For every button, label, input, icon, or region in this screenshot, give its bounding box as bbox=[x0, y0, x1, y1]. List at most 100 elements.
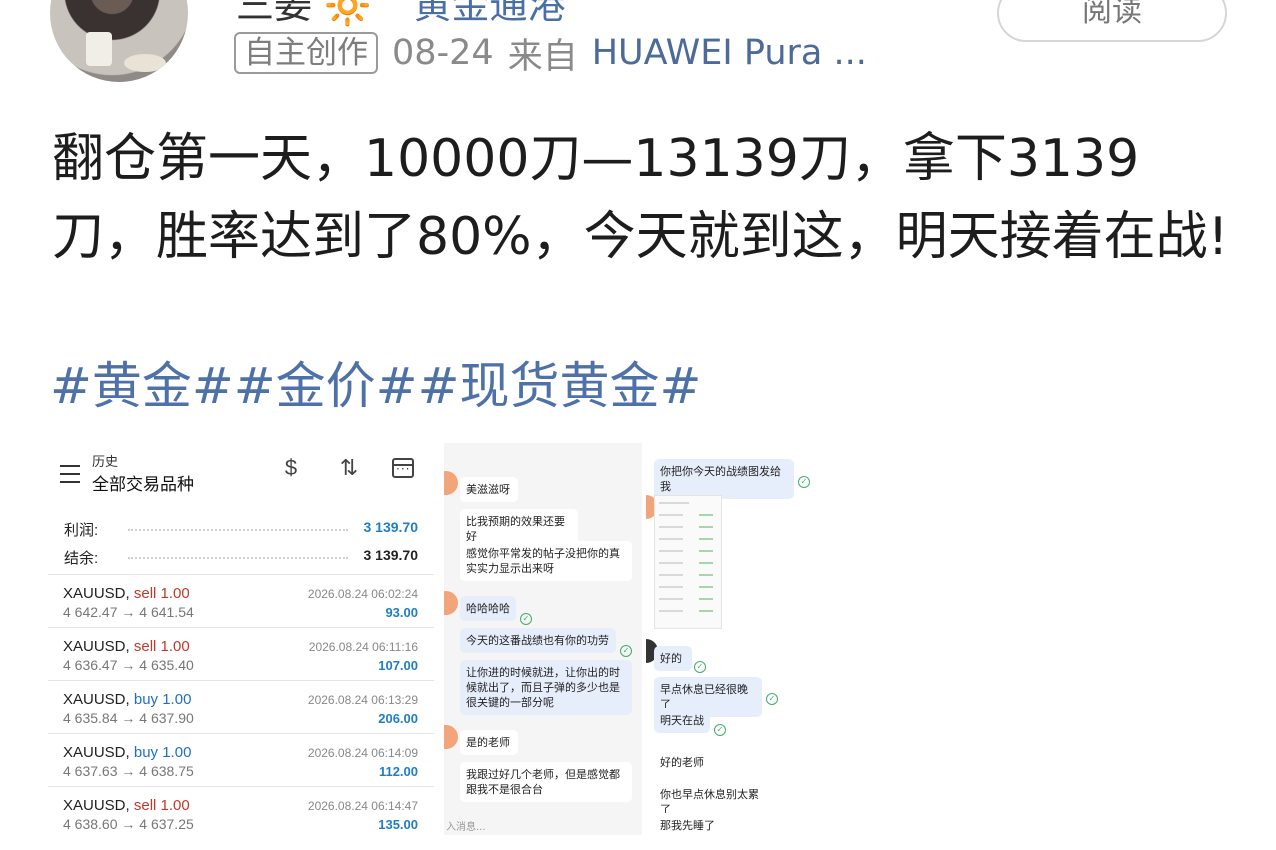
thumb-line bbox=[699, 610, 713, 612]
trade-row[interactable]: XAUUSD, sell 1.00 4 636.47 → 4 635.40 20… bbox=[48, 627, 434, 680]
contact-avatar bbox=[444, 725, 458, 749]
thumb-line bbox=[699, 574, 713, 576]
chat-message: 你把你今天的战绩图发给我 bbox=[654, 459, 794, 499]
trade-prices: 4 636.47 → 4 635.40 bbox=[63, 657, 194, 673]
symbol: XAUUSD, bbox=[63, 585, 130, 602]
thumb-line bbox=[699, 538, 713, 540]
trade-time: 2026.08.24 06:11:16 bbox=[308, 640, 418, 654]
thumb-line bbox=[699, 526, 713, 528]
symbol: XAUUSD, bbox=[63, 638, 130, 655]
thumb-line bbox=[659, 526, 683, 528]
profit-value: 3 139.70 bbox=[363, 519, 419, 535]
chat-message: 让你进的时候就进，让你出的时候就出了，而且子弹的多少也是很关键的一部分呢 bbox=[460, 660, 632, 715]
trade-pl: 206.00 bbox=[378, 711, 418, 726]
trade-time: 2026.08.24 06:14:47 bbox=[307, 799, 418, 813]
thumb-line bbox=[659, 502, 689, 504]
read-check-icon: ✓ bbox=[766, 693, 778, 705]
read-check-icon: ✓ bbox=[694, 661, 706, 673]
read-button[interactable]: 阅读 bbox=[997, 0, 1227, 42]
read-check-icon: ✓ bbox=[620, 645, 632, 657]
thumb-line bbox=[659, 562, 683, 564]
avatar-plate-detail bbox=[124, 54, 166, 72]
thumb-line bbox=[659, 538, 683, 540]
trade-time: 2026.08.24 06:14:09 bbox=[307, 746, 418, 760]
post-meta: 自主创作 08-24 来自 HUAWEI Pura ... bbox=[234, 32, 867, 77]
read-check-icon: ✓ bbox=[798, 476, 810, 488]
thumb-line bbox=[659, 550, 683, 552]
device-link[interactable]: HUAWEI Pura ... bbox=[592, 33, 867, 73]
thumb-line bbox=[659, 574, 683, 576]
chat-message: 今天的这番战绩也有你的功劳 bbox=[460, 628, 616, 653]
trade-row[interactable]: XAUUSD, buy 1.00 4 637.63 → 4 638.75 202… bbox=[48, 733, 434, 786]
contact-avatar bbox=[444, 471, 458, 495]
trade-symbol: XAUUSD, sell 1.00 bbox=[63, 585, 190, 602]
thumb-line bbox=[699, 598, 713, 600]
chat-message: 好的老师 bbox=[654, 750, 716, 775]
side: sell 1.00 bbox=[133, 585, 190, 602]
trade-pl: 93.00 bbox=[385, 605, 418, 620]
trade-symbol: XAUUSD, sell 1.00 bbox=[63, 638, 190, 655]
thumb-line bbox=[699, 514, 713, 516]
thumb-line bbox=[699, 550, 713, 552]
trade-pl: 107.00 bbox=[378, 658, 418, 673]
chat-message: 明天在战 bbox=[654, 708, 710, 733]
trade-history-image[interactable]: 历史 全部交易品种 $ ⇅ 利润: 3 139.70 结余: 3 139.70 … bbox=[48, 443, 434, 835]
top-link[interactable]: 黄金通港 bbox=[414, 0, 566, 27]
thumb-line bbox=[699, 562, 713, 564]
trade-prices: 4 642.47 → 4 641.54 bbox=[63, 604, 194, 620]
thumb-line bbox=[659, 514, 683, 516]
message-input-hint[interactable]: 入消息... bbox=[446, 818, 486, 833]
post-date: 08-24 bbox=[392, 33, 494, 73]
contact-avatar bbox=[444, 591, 458, 615]
trade-prices: 4 635.84 → 4 637.90 bbox=[63, 710, 194, 726]
trade-title: 全部交易品种 bbox=[92, 475, 194, 494]
calendar-icon[interactable] bbox=[392, 458, 414, 478]
trade-row[interactable]: XAUUSD, buy 1.00 4 635.84 → 4 637.90 202… bbox=[48, 680, 434, 733]
read-check-icon: ✓ bbox=[714, 724, 726, 736]
trade-pl: 135.00 bbox=[378, 817, 418, 832]
chat-message: 好的 bbox=[654, 646, 692, 671]
trade-header: 历史 全部交易品种 $ ⇅ bbox=[48, 443, 434, 501]
chat-message: 我跟过好几个老师，但是感觉都跟我不是很合台 bbox=[460, 762, 632, 802]
dotted-leader bbox=[128, 529, 348, 531]
trade-symbol: XAUUSD, sell 1.00 bbox=[63, 797, 190, 814]
avatar[interactable] bbox=[50, 0, 188, 82]
chat-message: 哈哈哈哈 bbox=[460, 596, 516, 621]
symbol: XAUUSD, bbox=[63, 744, 130, 761]
symbol: XAUUSD, bbox=[63, 691, 130, 708]
chat-screenshot-1[interactable]: 美滋滋呀 比我预期的效果还要好 感觉你平常发的帖子没把你的真实实力显示出来呀 哈… bbox=[444, 443, 642, 835]
side: sell 1.00 bbox=[133, 638, 190, 655]
post-text: 翻仓第一天，10000刀—13139刀，拿下3139刀，胜率达到了80%，今天就… bbox=[52, 129, 1229, 267]
hashtags-link[interactable]: #黄金##金价##现货黄金# bbox=[50, 352, 701, 420]
trade-prices: 4 637.63 → 4 638.75 bbox=[63, 763, 194, 779]
trade-pl: 112.00 bbox=[378, 764, 418, 779]
original-tag: 自主创作 bbox=[234, 32, 378, 74]
menu-icon[interactable] bbox=[60, 465, 80, 483]
chat-message: 感觉你平常发的帖子没把你的真实实力显示出来呀 bbox=[460, 541, 632, 581]
from-label: 来自 bbox=[507, 36, 578, 77]
thumb-line bbox=[659, 598, 683, 600]
username-row[interactable]: 三姜 🔆 黄金通港 bbox=[236, 0, 566, 29]
read-check-icon: ✓ bbox=[520, 613, 532, 625]
thumb-line bbox=[699, 586, 713, 588]
balance-value: 3 139.70 bbox=[363, 547, 419, 563]
sort-icon[interactable]: ⇅ bbox=[334, 455, 364, 481]
trade-subtitle: 历史 bbox=[92, 454, 119, 469]
currency-swap-icon[interactable]: $ bbox=[276, 455, 306, 481]
trade-time: 2026.08.24 06:13:29 bbox=[307, 693, 418, 707]
trade-prices: 4 638.60 → 4 637.25 bbox=[63, 816, 194, 832]
avatar-cup-detail bbox=[86, 32, 112, 66]
chat-message: 是的老师 bbox=[460, 730, 518, 755]
vip-badge-icon: 🔆 bbox=[324, 0, 372, 27]
chat-message: 美滋滋呀 bbox=[460, 477, 518, 502]
trade-symbol: XAUUSD, buy 1.00 bbox=[63, 691, 191, 708]
shared-screenshot-thumbnail[interactable] bbox=[654, 495, 722, 629]
dotted-leader bbox=[128, 557, 348, 559]
thumb-line bbox=[659, 610, 683, 612]
side: sell 1.00 bbox=[133, 797, 190, 814]
trade-row[interactable]: XAUUSD, sell 1.00 4 642.47 → 4 641.54 20… bbox=[48, 574, 434, 627]
trade-symbol: XAUUSD, buy 1.00 bbox=[63, 744, 191, 761]
username[interactable]: 三姜 bbox=[236, 0, 312, 27]
trade-row[interactable]: XAUUSD, sell 1.00 4 638.60 → 4 637.25 20… bbox=[48, 786, 434, 839]
symbol: XAUUSD, bbox=[63, 797, 130, 814]
